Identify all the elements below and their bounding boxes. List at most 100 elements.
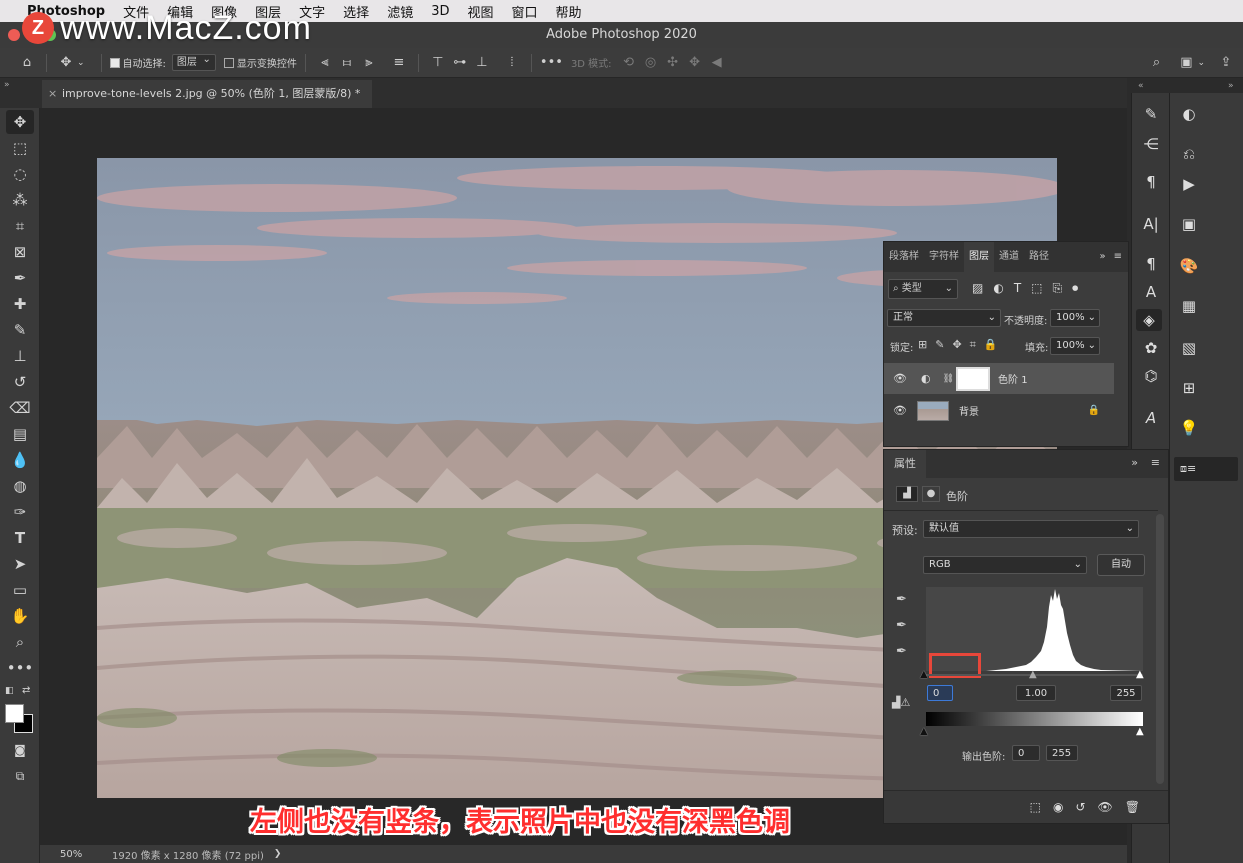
default-colors-icon[interactable]: ◧ bbox=[5, 686, 14, 696]
filter-toggle-icon[interactable]: ⏺ bbox=[1072, 281, 1078, 296]
layer-name[interactable]: 背景 bbox=[959, 403, 979, 418]
output-black-field[interactable]: 0 bbox=[1012, 745, 1040, 761]
learn-icon[interactable]: 💡 bbox=[1176, 417, 1202, 439]
menu-3d[interactable]: 3D bbox=[422, 4, 458, 19]
filter-shape-icon[interactable]: ⬚ bbox=[1031, 281, 1042, 296]
eraser-tool-icon[interactable]: ⌫ bbox=[6, 396, 34, 420]
layer-name[interactable]: 色阶 1 bbox=[998, 371, 1028, 386]
expand-panel-icon[interactable]: » bbox=[4, 80, 10, 90]
type-tool-icon[interactable]: T bbox=[6, 526, 34, 550]
tab-character-styles[interactable]: 字符样 bbox=[924, 242, 964, 272]
screen-mode-icon[interactable]: ⧉ bbox=[6, 764, 34, 788]
expand-panel-icon[interactable]: » bbox=[1131, 456, 1138, 469]
status-menu-arrow-icon[interactable]: ❯ bbox=[274, 849, 282, 859]
layers-icon[interactable]: ◈ bbox=[1136, 309, 1162, 331]
lock-all-icon[interactable]: 🔒 bbox=[984, 338, 998, 352]
distribute-icon[interactable]: ≡ bbox=[388, 52, 410, 74]
input-white-field[interactable]: 255 bbox=[1110, 685, 1142, 701]
crop-tool-icon[interactable]: ⌗ bbox=[6, 214, 34, 238]
levels-adjustment-icon[interactable]: ▟ bbox=[896, 486, 918, 502]
lasso-tool-icon[interactable]: ◌ bbox=[6, 162, 34, 186]
workspace-icon[interactable]: ▣ bbox=[1175, 52, 1197, 74]
show-transform-checkbox[interactable] bbox=[223, 57, 234, 68]
input-gamma-field[interactable]: 1.00 bbox=[1016, 685, 1056, 701]
panel-menu-icon[interactable]: ≡ bbox=[1114, 242, 1122, 272]
blend-mode-dropdown[interactable]: 正常 ⌄ bbox=[887, 309, 1001, 327]
layer-filter-dropdown[interactable]: ⌕ 类型 ⌄ bbox=[888, 279, 958, 299]
mask-link-icon[interactable]: ⛓ bbox=[943, 374, 954, 384]
visibility-eye-icon[interactable]: 👁 bbox=[893, 372, 907, 385]
clipping-warning-icon[interactable]: ▟⚠ bbox=[892, 696, 910, 709]
align-right-icon[interactable]: ⫸ bbox=[358, 52, 380, 74]
channels-icon[interactable]: ✿ bbox=[1138, 337, 1164, 359]
auto-select-dropdown[interactable]: 图层 bbox=[171, 52, 216, 71]
zoom-level[interactable]: 50% bbox=[60, 849, 112, 860]
swatches-icon[interactable]: ▦ bbox=[1176, 295, 1202, 317]
align-top-icon[interactable]: ⊤ bbox=[427, 52, 449, 74]
chevron-down-icon[interactable]: ⌄ bbox=[1197, 58, 1205, 68]
visibility-eye-icon[interactable]: 👁 bbox=[893, 404, 907, 417]
gamma-slider-handle[interactable]: ▲ bbox=[1029, 669, 1037, 680]
marquee-tool-icon[interactable]: ⬚ bbox=[6, 136, 34, 160]
frame-tool-icon[interactable]: ⊠ bbox=[6, 240, 34, 264]
output-black-slider-handle[interactable]: ▲ bbox=[920, 726, 928, 737]
patterns-icon[interactable]: ⊞ bbox=[1176, 377, 1202, 399]
tab-layers[interactable]: 图层 bbox=[964, 242, 994, 272]
eyedropper-tool-icon[interactable]: ✒ bbox=[6, 266, 34, 290]
expand-right-icon[interactable]: » bbox=[1228, 81, 1234, 91]
output-white-slider-handle[interactable]: ▲ bbox=[1136, 726, 1144, 737]
brush-settings-icon[interactable]: ✎ bbox=[1138, 103, 1164, 125]
toggle-visibility-eye-icon[interactable]: 👁 bbox=[1098, 800, 1113, 814]
menu-filter[interactable]: 滤镜 bbox=[378, 2, 422, 21]
zoom-tool-icon[interactable]: ⌕ bbox=[6, 630, 34, 654]
fill-input[interactable]: 100% ⌄ bbox=[1050, 337, 1100, 355]
search-icon[interactable]: ⌕ bbox=[1145, 52, 1167, 74]
white-point-eyedropper-icon[interactable]: ✒ bbox=[896, 644, 907, 659]
gray-point-eyedropper-icon[interactable]: ✒ bbox=[896, 618, 907, 633]
properties-scrollbar[interactable] bbox=[1156, 514, 1164, 784]
pen-tool-icon[interactable]: ✑ bbox=[6, 500, 34, 524]
move-tool-icon[interactable]: ✥ bbox=[6, 110, 34, 134]
tab-channels[interactable]: 通道 bbox=[994, 242, 1024, 272]
align-bottom-icon[interactable]: ⊥ bbox=[471, 52, 493, 74]
character-icon[interactable]: A| bbox=[1138, 213, 1164, 235]
lock-position-icon[interactable]: ✥ bbox=[952, 338, 961, 352]
stamp-tool-icon[interactable]: ⊥ bbox=[6, 344, 34, 368]
menu-help[interactable]: 帮助 bbox=[547, 2, 591, 21]
paths-icon[interactable]: ⌬ bbox=[1138, 365, 1164, 387]
path-selection-tool-icon[interactable]: ➤ bbox=[6, 552, 34, 576]
clip-to-layer-icon[interactable]: ⬚ bbox=[1030, 800, 1041, 814]
align-vcenter-icon[interactable]: ⊶ bbox=[449, 52, 471, 74]
delete-trash-icon[interactable]: 🗑 bbox=[1125, 800, 1140, 814]
blur-tool-icon[interactable]: 💧 bbox=[6, 448, 34, 472]
filter-pixel-icon[interactable]: ▨ bbox=[972, 281, 983, 296]
tab-paragraph-styles[interactable]: 段落样 bbox=[884, 242, 924, 272]
history-icon[interactable]: ⎌ bbox=[1176, 143, 1202, 165]
brushes-icon[interactable]: ⋲ bbox=[1138, 133, 1164, 155]
hand-tool-icon[interactable]: ✋ bbox=[6, 604, 34, 628]
properties-tab[interactable]: 属性 bbox=[884, 450, 926, 478]
gradients-icon[interactable]: ▧ bbox=[1176, 337, 1202, 359]
lock-pixels-icon[interactable]: ✎ bbox=[935, 338, 944, 352]
mask-icon[interactable]: ● bbox=[922, 486, 940, 502]
navigator-icon[interactable]: ▣ bbox=[1176, 213, 1202, 235]
paragraph-icon[interactable]: ¶ bbox=[1138, 171, 1164, 193]
glyphs-icon[interactable]: A bbox=[1138, 407, 1164, 429]
distribute-vertical-icon[interactable]: ⦙ bbox=[501, 52, 523, 74]
close-window-button[interactable] bbox=[8, 29, 20, 41]
actions-play-icon[interactable]: ▶ bbox=[1176, 173, 1202, 195]
view-previous-state-icon[interactable]: ◉ bbox=[1053, 800, 1063, 814]
collapse-panels-icon[interactable]: « bbox=[1138, 81, 1144, 91]
character-styles-icon[interactable]: A bbox=[1138, 281, 1164, 303]
layer-mask-thumbnail[interactable] bbox=[956, 366, 991, 391]
swap-colors-icon[interactable]: ⇄ bbox=[22, 685, 30, 696]
auto-button[interactable]: 自动 bbox=[1097, 554, 1145, 576]
preset-dropdown[interactable]: 默认值 ⌄ bbox=[923, 520, 1139, 538]
magic-wand-tool-icon[interactable]: ⁂ bbox=[6, 188, 34, 212]
document-tab[interactable]: × improve-tone-levels 2.jpg @ 50% (色阶 1,… bbox=[42, 80, 373, 108]
share-icon[interactable]: ⇪ bbox=[1215, 52, 1237, 74]
auto-select-checkbox[interactable] bbox=[109, 57, 120, 68]
output-white-field[interactable]: 255 bbox=[1046, 745, 1078, 761]
color-palette-icon[interactable]: 🎨 bbox=[1176, 255, 1202, 277]
history-brush-tool-icon[interactable]: ↺ bbox=[6, 370, 34, 394]
